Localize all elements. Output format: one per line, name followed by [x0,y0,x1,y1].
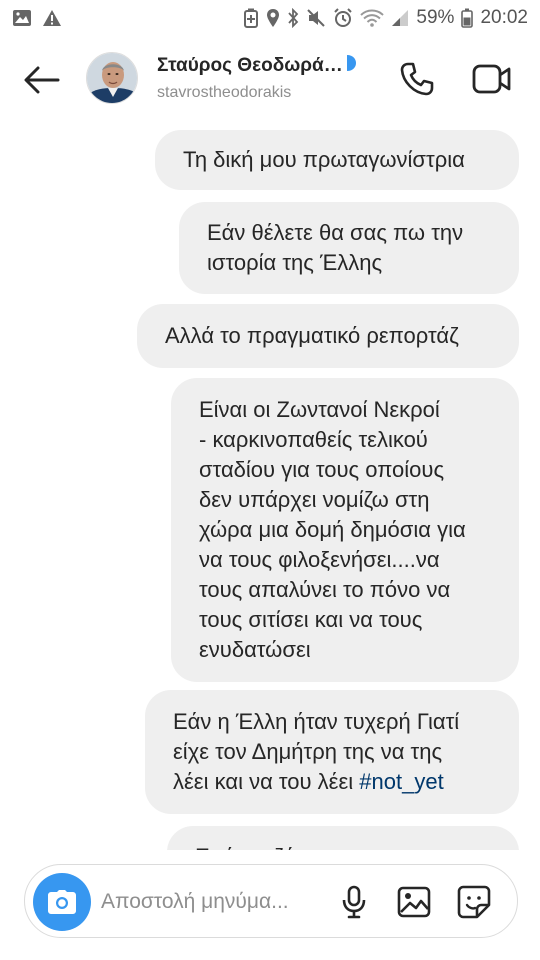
hashtag-link[interactable]: #not_yet [359,769,443,794]
gallery-icon[interactable] [395,883,433,921]
message-bubble[interactable]: Εγώ να ζήσω [167,826,519,850]
verified-badge-icon [346,54,356,78]
message-bubble[interactable]: Είναι οι Ζωντανοί Νεκροί - καρκινοπαθείς… [171,378,519,682]
status-bar: 59% 20:02 [0,0,540,36]
message-text: Εάν η Έλλη ήταν τυχερή Γιατί είχε τον Δη… [173,709,460,794]
bluetooth-icon [287,8,299,28]
message-text: Εγώ να ζήσω [195,842,326,850]
message-text: Είναι οι Ζωντανοί Νεκροί - καρκινοπαθείς… [199,397,466,662]
gallery-notification-icon [12,9,32,27]
contact-name-text: Σταύρος Θεοδωρά… [157,55,343,76]
battery-percent: 59% [416,7,455,28]
location-icon [266,8,280,28]
avatar[interactable] [86,52,138,104]
sticker-icon[interactable] [455,883,493,921]
back-arrow-icon[interactable] [20,60,64,100]
message-input[interactable] [101,883,331,921]
message-list[interactable]: Τη δική μου πρωταγωνίστρια Εάν θέλετε θα… [0,122,540,850]
mute-icon [306,8,326,28]
status-left [12,9,62,27]
message-text: Τη δική μου πρωταγωνίστρια [183,147,465,172]
message-composer [24,864,518,938]
message-bubble[interactable]: Αλλά το πραγματικό ρεπορτάζ [137,304,519,368]
video-camera-icon[interactable] [470,58,514,100]
message-bubble[interactable]: Τη δική μου πρωταγωνίστρια [155,130,519,190]
clock: 20:02 [480,7,528,28]
contact-username: stavrostheodorakis [157,84,292,101]
battery-icon [461,8,474,28]
message-text: Αλλά το πραγματικό ρεπορτάζ [165,323,459,348]
chat-header: Σταύρος Θεοδωρά… stavrostheodorakis [0,36,540,122]
microphone-icon[interactable] [335,883,373,921]
camera-icon[interactable] [33,873,91,931]
status-right: 59% 20:02 [243,7,528,29]
wifi-icon [360,9,385,27]
signal-icon [391,9,409,27]
message-bubble[interactable]: Εάν η Έλλη ήταν τυχερή Γιατί είχε τον Δη… [145,690,519,814]
contact-name: Σταύρος Θεοδωρά… [157,54,356,78]
contact-info[interactable]: Σταύρος Θεοδωρά… stavrostheodorakis [157,54,356,102]
warning-icon [42,9,62,27]
battery-saver-icon [243,8,259,28]
message-text: Εάν θέλετε θα σας πω την ιστορία της Έλλ… [207,220,464,275]
phone-icon[interactable] [396,58,438,100]
alarm-icon [333,8,353,28]
message-bubble[interactable]: Εάν θέλετε θα σας πω την ιστορία της Έλλ… [179,202,519,294]
